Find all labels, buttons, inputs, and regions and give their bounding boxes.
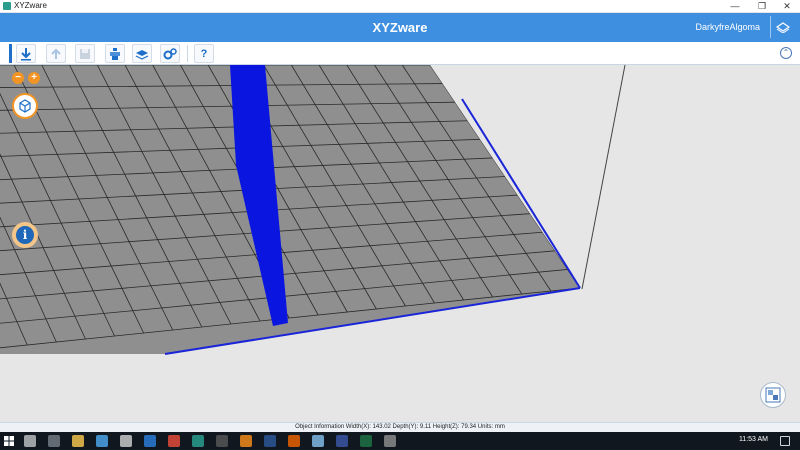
task-view-icon[interactable]	[48, 435, 60, 447]
app-header: XYZware DarkyfreAlgoma	[0, 13, 800, 42]
cube-icon	[19, 99, 31, 113]
print-button[interactable]	[105, 44, 125, 63]
save-button[interactable]	[75, 44, 95, 63]
status-bar: Object Information Width(X): 143.02 Dept…	[0, 422, 800, 432]
zoom-out-button[interactable]: −	[12, 72, 24, 84]
minimize-button[interactable]: —	[722, 0, 748, 13]
3d-viewport[interactable]: − + i	[0, 65, 800, 422]
window-title-bar: XYZware — ❐ ✕	[0, 0, 800, 13]
info-icon: i	[16, 226, 34, 244]
store-icon[interactable]	[96, 435, 108, 447]
object-info-button[interactable]: i	[12, 222, 38, 248]
xyz-logo-icon	[770, 16, 792, 38]
close-button[interactable]: ✕	[774, 0, 800, 13]
toolbar-accent	[9, 44, 12, 63]
settings-button[interactable]	[160, 44, 180, 63]
toolbar-separator	[187, 45, 188, 62]
notepad-icon[interactable]	[312, 435, 324, 447]
word-icon[interactable]	[264, 435, 276, 447]
file-explorer-icon[interactable]	[72, 435, 84, 447]
view-mode-button[interactable]	[760, 382, 786, 408]
search-icon[interactable]	[24, 435, 36, 447]
app-name: XYZware	[372, 20, 428, 35]
chrome-icon[interactable]	[168, 435, 180, 447]
photos-icon[interactable]	[384, 435, 396, 447]
view-mode-icon	[765, 387, 781, 403]
import-button[interactable]	[16, 44, 36, 63]
media-icon[interactable]	[120, 435, 132, 447]
tray-clock[interactable]: 11:53 AM	[739, 436, 768, 443]
print-icon	[110, 47, 120, 60]
main-toolbar: ? ⌃	[0, 42, 800, 65]
taskbar: 11:53 AM	[0, 432, 800, 450]
window-title: XYZware	[14, 1, 47, 10]
export-icon	[51, 48, 61, 59]
zoom-in-button[interactable]: +	[28, 72, 40, 84]
user-account-name[interactable]: DarkyfreAlgoma	[695, 22, 760, 32]
import-icon	[21, 47, 31, 60]
collapse-toolbar-button[interactable]: ⌃	[780, 47, 792, 59]
terminal-icon[interactable]	[216, 435, 228, 447]
layers-button[interactable]	[132, 44, 152, 63]
vlc-icon[interactable]	[240, 435, 252, 447]
view-cube-button[interactable]	[12, 93, 38, 119]
export-button[interactable]	[46, 44, 66, 63]
layers-icon	[135, 49, 149, 60]
zoom-controls: − +	[12, 72, 40, 84]
visio-icon[interactable]	[336, 435, 348, 447]
help-button[interactable]: ?	[194, 44, 214, 63]
settings-icon	[163, 47, 177, 59]
excel-icon[interactable]	[360, 435, 372, 447]
windows-start-icon[interactable]	[4, 436, 14, 446]
notification-icon[interactable]	[780, 436, 790, 446]
restore-button[interactable]: ❐	[749, 0, 775, 13]
object-information-text: Object Information Width(X): 143.02 Dept…	[295, 424, 505, 430]
app-icon	[3, 2, 11, 10]
xyzware-icon[interactable]	[192, 435, 204, 447]
edge-icon[interactable]	[144, 435, 156, 447]
print-bed-scene[interactable]	[0, 65, 800, 422]
firefox-icon[interactable]	[288, 435, 300, 447]
save-icon	[80, 48, 90, 59]
